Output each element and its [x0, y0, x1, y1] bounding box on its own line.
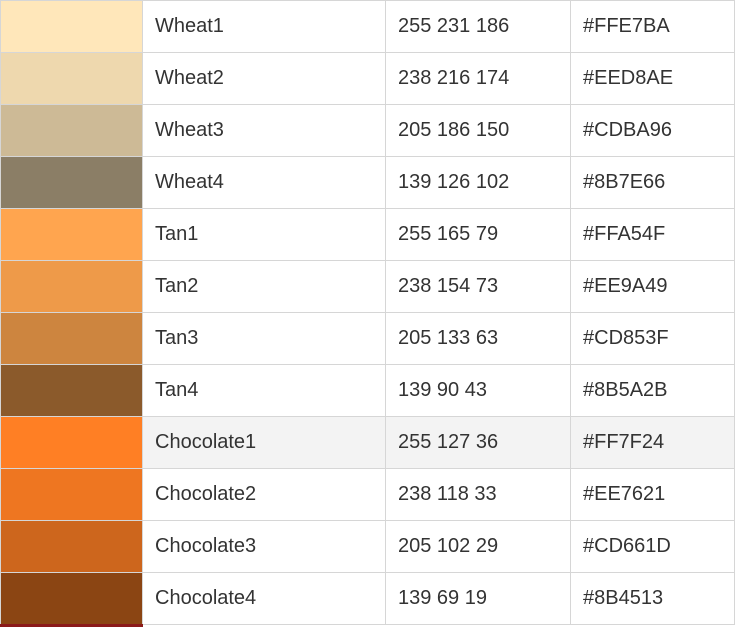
rgb-value-cell: 255 165 79: [385, 208, 571, 261]
color-row-highlighted: Chocolate1 255 127 36 #FF7F24: [0, 416, 735, 469]
rgb-value-cell: 139 69 19: [385, 572, 571, 625]
rgb-value-cell: 205 102 29: [385, 520, 571, 573]
color-row: Wheat4 139 126 102 #8B7E66: [0, 156, 735, 209]
hex-value-cell: #EE7621: [570, 468, 735, 521]
hex-value-cell: #FF7F24: [570, 416, 735, 469]
color-table: Wheat1 255 231 186 #FFE7BA Wheat2 238 21…: [0, 0, 735, 625]
color-name-cell: Tan2: [142, 260, 386, 313]
color-swatch: [0, 0, 143, 53]
color-name-cell: Wheat3: [142, 104, 386, 157]
color-swatch: [0, 520, 143, 573]
color-swatch: [0, 260, 143, 313]
color-row: Chocolate3 205 102 29 #CD661D: [0, 520, 735, 573]
rgb-value-cell: 205 133 63: [385, 312, 571, 365]
color-swatch: [0, 572, 143, 625]
color-swatch: [0, 156, 143, 209]
color-row: Wheat2 238 216 174 #EED8AE: [0, 52, 735, 105]
rgb-value-cell: 205 186 150: [385, 104, 571, 157]
hex-value-cell: #CD853F: [570, 312, 735, 365]
color-name-cell: Wheat4: [142, 156, 386, 209]
rgb-value-cell: 255 127 36: [385, 416, 571, 469]
row-divider: [143, 624, 735, 625]
hex-value-cell: #8B7E66: [570, 156, 735, 209]
color-row: Wheat3 205 186 150 #CDBA96: [0, 104, 735, 157]
color-row: Tan1 255 165 79 #FFA54F: [0, 208, 735, 261]
color-name-cell: Chocolate4: [142, 572, 386, 625]
color-row: Tan4 139 90 43 #8B5A2B: [0, 364, 735, 417]
color-row: Wheat1 255 231 186 #FFE7BA: [0, 0, 735, 53]
color-name-cell: Tan3: [142, 312, 386, 365]
hex-value-cell: #EED8AE: [570, 52, 735, 105]
color-name-cell: Chocolate2: [142, 468, 386, 521]
hex-value-cell: #CD661D: [570, 520, 735, 573]
color-swatch: [0, 416, 143, 469]
color-swatch: [0, 468, 143, 521]
color-row: Tan3 205 133 63 #CD853F: [0, 312, 735, 365]
color-row: Chocolate2 238 118 33 #EE7621: [0, 468, 735, 521]
color-swatch: [0, 364, 143, 417]
hex-value-cell: #FFA54F: [570, 208, 735, 261]
hex-value-cell: #FFE7BA: [570, 0, 735, 53]
color-swatch: [0, 104, 143, 157]
color-name-cell: Chocolate3: [142, 520, 386, 573]
color-name-cell: Tan4: [142, 364, 386, 417]
rgb-value-cell: 139 90 43: [385, 364, 571, 417]
color-name-cell: Tan1: [142, 208, 386, 261]
color-swatch: [0, 52, 143, 105]
rgb-value-cell: 255 231 186: [385, 0, 571, 53]
color-table-body: Wheat1 255 231 186 #FFE7BA Wheat2 238 21…: [0, 0, 735, 625]
color-name-cell: Wheat2: [142, 52, 386, 105]
rgb-value-cell: 238 118 33: [385, 468, 571, 521]
rgb-value-cell: 139 126 102: [385, 156, 571, 209]
color-name-cell: Wheat1: [142, 0, 386, 53]
color-row: Tan2 238 154 73 #EE9A49: [0, 260, 735, 313]
hex-value-cell: #EE9A49: [570, 260, 735, 313]
rgb-value-cell: 238 154 73: [385, 260, 571, 313]
rgb-value-cell: 238 216 174: [385, 52, 571, 105]
color-swatch: [0, 208, 143, 261]
hex-value-cell: #CDBA96: [570, 104, 735, 157]
hex-value-cell: #8B4513: [570, 572, 735, 625]
hex-value-cell: #8B5A2B: [570, 364, 735, 417]
color-swatch: [0, 312, 143, 365]
color-name-cell: Chocolate1: [142, 416, 386, 469]
color-row: Chocolate4 139 69 19 #8B4513: [0, 572, 735, 625]
